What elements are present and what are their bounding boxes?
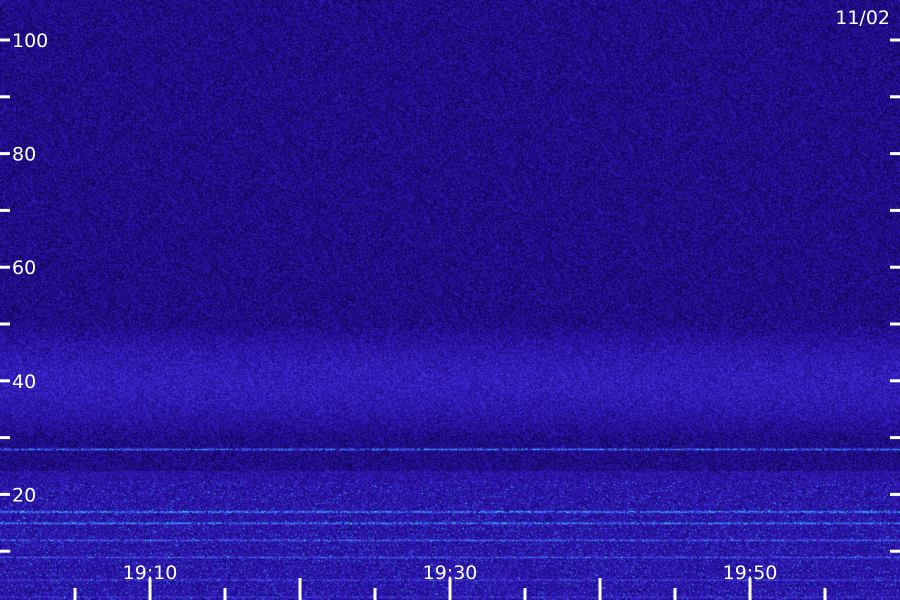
y-tick-label: 40: [12, 371, 36, 393]
spectrogram-chart: 20 40 60 80 100 19:10 19:30 19:50 11/02: [0, 0, 900, 600]
x-tick-label: 19:10: [123, 562, 178, 584]
plot-area: [0, 0, 900, 600]
y-tick-label: 80: [12, 144, 36, 166]
x-tick-label: 19:30: [423, 562, 478, 584]
x-tick-label: 19:50: [723, 562, 778, 584]
date-label: 11/02: [835, 7, 890, 29]
y-tick-label: 100: [12, 30, 48, 52]
y-tick-label: 20: [12, 484, 36, 506]
spectrogram-image: [0, 0, 900, 600]
y-tick-label: 60: [12, 257, 36, 279]
